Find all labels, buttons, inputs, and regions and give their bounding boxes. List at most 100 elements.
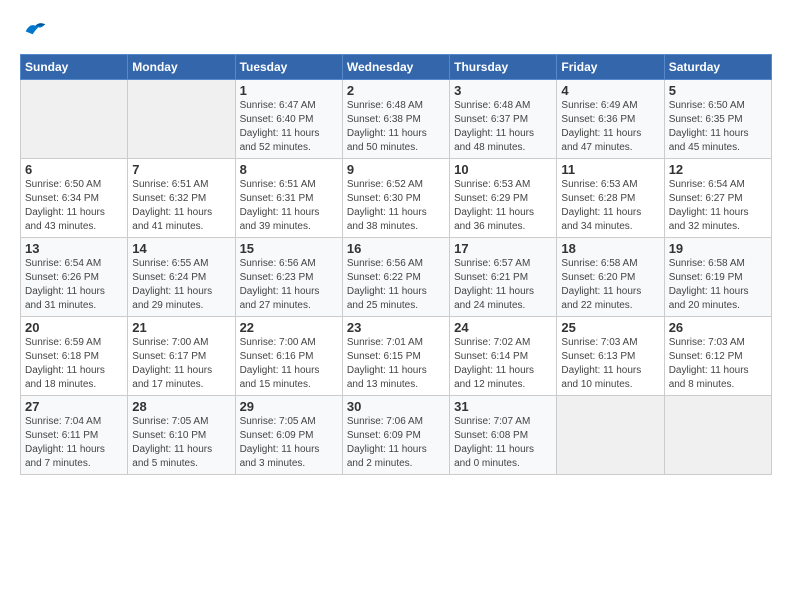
day-cell: 13Sunrise: 6:54 AM Sunset: 6:26 PM Dayli… [21,238,128,317]
day-info: Sunrise: 7:03 AM Sunset: 6:12 PM Dayligh… [669,336,767,392]
day-number: 28 [132,399,230,414]
day-info: Sunrise: 6:56 AM Sunset: 6:22 PM Dayligh… [347,257,445,313]
day-cell: 27Sunrise: 7:04 AM Sunset: 6:11 PM Dayli… [21,396,128,475]
header-cell-wednesday: Wednesday [342,55,449,80]
day-info: Sunrise: 7:01 AM Sunset: 6:15 PM Dayligh… [347,336,445,392]
day-cell: 25Sunrise: 7:03 AM Sunset: 6:13 PM Dayli… [557,317,664,396]
day-info: Sunrise: 6:48 AM Sunset: 6:38 PM Dayligh… [347,99,445,155]
day-info: Sunrise: 6:54 AM Sunset: 6:26 PM Dayligh… [25,257,123,313]
day-number: 3 [454,83,552,98]
day-info: Sunrise: 7:05 AM Sunset: 6:10 PM Dayligh… [132,415,230,471]
logo-icon [20,16,48,44]
day-cell [21,80,128,159]
day-info: Sunrise: 6:57 AM Sunset: 6:21 PM Dayligh… [454,257,552,313]
calendar-header: SundayMondayTuesdayWednesdayThursdayFrid… [21,55,772,80]
day-number: 14 [132,241,230,256]
day-number: 5 [669,83,767,98]
day-number: 16 [347,241,445,256]
day-cell: 31Sunrise: 7:07 AM Sunset: 6:08 PM Dayli… [450,396,557,475]
day-cell: 28Sunrise: 7:05 AM Sunset: 6:10 PM Dayli… [128,396,235,475]
day-cell: 10Sunrise: 6:53 AM Sunset: 6:29 PM Dayli… [450,159,557,238]
day-cell: 11Sunrise: 6:53 AM Sunset: 6:28 PM Dayli… [557,159,664,238]
day-cell: 1Sunrise: 6:47 AM Sunset: 6:40 PM Daylig… [235,80,342,159]
day-info: Sunrise: 7:06 AM Sunset: 6:09 PM Dayligh… [347,415,445,471]
day-info: Sunrise: 6:47 AM Sunset: 6:40 PM Dayligh… [240,99,338,155]
day-cell: 2Sunrise: 6:48 AM Sunset: 6:38 PM Daylig… [342,80,449,159]
header-row: SundayMondayTuesdayWednesdayThursdayFrid… [21,55,772,80]
day-cell [664,396,771,475]
header-cell-saturday: Saturday [664,55,771,80]
day-number: 26 [669,320,767,335]
day-cell: 9Sunrise: 6:52 AM Sunset: 6:30 PM Daylig… [342,159,449,238]
day-number: 19 [669,241,767,256]
day-cell: 14Sunrise: 6:55 AM Sunset: 6:24 PM Dayli… [128,238,235,317]
calendar-table: SundayMondayTuesdayWednesdayThursdayFrid… [20,54,772,475]
day-info: Sunrise: 6:58 AM Sunset: 6:19 PM Dayligh… [669,257,767,313]
day-cell: 24Sunrise: 7:02 AM Sunset: 6:14 PM Dayli… [450,317,557,396]
day-cell: 7Sunrise: 6:51 AM Sunset: 6:32 PM Daylig… [128,159,235,238]
day-number: 15 [240,241,338,256]
day-info: Sunrise: 6:55 AM Sunset: 6:24 PM Dayligh… [132,257,230,313]
day-cell: 23Sunrise: 7:01 AM Sunset: 6:15 PM Dayli… [342,317,449,396]
day-number: 23 [347,320,445,335]
header-cell-friday: Friday [557,55,664,80]
day-cell: 29Sunrise: 7:05 AM Sunset: 6:09 PM Dayli… [235,396,342,475]
day-info: Sunrise: 7:04 AM Sunset: 6:11 PM Dayligh… [25,415,123,471]
week-row-4: 20Sunrise: 6:59 AM Sunset: 6:18 PM Dayli… [21,317,772,396]
day-number: 10 [454,162,552,177]
day-info: Sunrise: 7:00 AM Sunset: 6:17 PM Dayligh… [132,336,230,392]
day-info: Sunrise: 7:03 AM Sunset: 6:13 PM Dayligh… [561,336,659,392]
day-info: Sunrise: 6:51 AM Sunset: 6:32 PM Dayligh… [132,178,230,234]
day-number: 27 [25,399,123,414]
day-cell: 3Sunrise: 6:48 AM Sunset: 6:37 PM Daylig… [450,80,557,159]
day-info: Sunrise: 6:54 AM Sunset: 6:27 PM Dayligh… [669,178,767,234]
day-number: 17 [454,241,552,256]
day-number: 29 [240,399,338,414]
day-cell [557,396,664,475]
day-number: 20 [25,320,123,335]
day-number: 22 [240,320,338,335]
day-info: Sunrise: 6:58 AM Sunset: 6:20 PM Dayligh… [561,257,659,313]
week-row-3: 13Sunrise: 6:54 AM Sunset: 6:26 PM Dayli… [21,238,772,317]
day-cell: 20Sunrise: 6:59 AM Sunset: 6:18 PM Dayli… [21,317,128,396]
day-cell: 6Sunrise: 6:50 AM Sunset: 6:34 PM Daylig… [21,159,128,238]
page-header [20,16,772,44]
day-cell: 26Sunrise: 7:03 AM Sunset: 6:12 PM Dayli… [664,317,771,396]
day-info: Sunrise: 6:52 AM Sunset: 6:30 PM Dayligh… [347,178,445,234]
day-cell: 30Sunrise: 7:06 AM Sunset: 6:09 PM Dayli… [342,396,449,475]
day-cell: 16Sunrise: 6:56 AM Sunset: 6:22 PM Dayli… [342,238,449,317]
day-info: Sunrise: 6:48 AM Sunset: 6:37 PM Dayligh… [454,99,552,155]
day-info: Sunrise: 7:07 AM Sunset: 6:08 PM Dayligh… [454,415,552,471]
day-number: 7 [132,162,230,177]
day-number: 4 [561,83,659,98]
day-number: 6 [25,162,123,177]
day-number: 2 [347,83,445,98]
day-number: 8 [240,162,338,177]
week-row-1: 1Sunrise: 6:47 AM Sunset: 6:40 PM Daylig… [21,80,772,159]
day-cell: 12Sunrise: 6:54 AM Sunset: 6:27 PM Dayli… [664,159,771,238]
day-cell: 17Sunrise: 6:57 AM Sunset: 6:21 PM Dayli… [450,238,557,317]
day-info: Sunrise: 6:56 AM Sunset: 6:23 PM Dayligh… [240,257,338,313]
day-cell [128,80,235,159]
day-info: Sunrise: 7:00 AM Sunset: 6:16 PM Dayligh… [240,336,338,392]
day-number: 24 [454,320,552,335]
day-cell: 4Sunrise: 6:49 AM Sunset: 6:36 PM Daylig… [557,80,664,159]
day-number: 18 [561,241,659,256]
day-info: Sunrise: 6:49 AM Sunset: 6:36 PM Dayligh… [561,99,659,155]
day-cell: 15Sunrise: 6:56 AM Sunset: 6:23 PM Dayli… [235,238,342,317]
day-number: 31 [454,399,552,414]
day-number: 13 [25,241,123,256]
day-number: 12 [669,162,767,177]
day-info: Sunrise: 6:50 AM Sunset: 6:35 PM Dayligh… [669,99,767,155]
day-info: Sunrise: 6:59 AM Sunset: 6:18 PM Dayligh… [25,336,123,392]
day-cell: 19Sunrise: 6:58 AM Sunset: 6:19 PM Dayli… [664,238,771,317]
day-cell: 18Sunrise: 6:58 AM Sunset: 6:20 PM Dayli… [557,238,664,317]
day-info: Sunrise: 6:51 AM Sunset: 6:31 PM Dayligh… [240,178,338,234]
day-info: Sunrise: 7:02 AM Sunset: 6:14 PM Dayligh… [454,336,552,392]
week-row-2: 6Sunrise: 6:50 AM Sunset: 6:34 PM Daylig… [21,159,772,238]
day-info: Sunrise: 6:53 AM Sunset: 6:29 PM Dayligh… [454,178,552,234]
day-cell: 22Sunrise: 7:00 AM Sunset: 6:16 PM Dayli… [235,317,342,396]
header-cell-tuesday: Tuesday [235,55,342,80]
day-cell: 5Sunrise: 6:50 AM Sunset: 6:35 PM Daylig… [664,80,771,159]
day-number: 9 [347,162,445,177]
